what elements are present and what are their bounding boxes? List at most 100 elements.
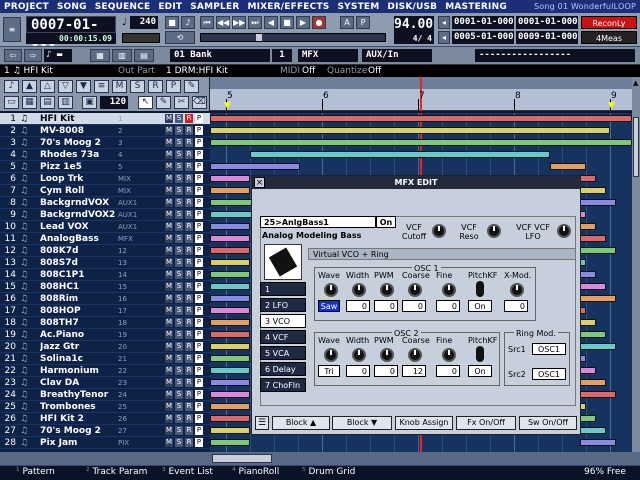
clip[interactable] bbox=[580, 247, 616, 254]
record-button[interactable]: R bbox=[185, 246, 193, 255]
block-down-button[interactable]: Block ▼ bbox=[332, 416, 392, 430]
position-counter[interactable]: 0007-01-000 bbox=[26, 16, 116, 50]
menu-sampler[interactable]: SAMPLER bbox=[186, 2, 243, 12]
src2-selector[interactable]: OSC1 bbox=[532, 368, 566, 380]
menu-mastering[interactable]: MASTERING bbox=[441, 2, 511, 12]
clip[interactable] bbox=[210, 283, 250, 290]
mute-button[interactable]: M bbox=[165, 126, 173, 135]
play-button[interactable]: P bbox=[195, 426, 203, 435]
mute-button[interactable]: M bbox=[165, 294, 173, 303]
play-icon[interactable]: P bbox=[166, 80, 181, 93]
clip[interactable] bbox=[210, 319, 250, 326]
track-name[interactable]: AnalogBass bbox=[40, 233, 118, 245]
osc1-param-value[interactable]: 0 bbox=[346, 300, 370, 312]
solo-button[interactable]: S bbox=[175, 222, 183, 231]
record-button[interactable]: R bbox=[185, 330, 193, 339]
osc2-param-knob[interactable] bbox=[380, 348, 394, 362]
clip[interactable] bbox=[210, 163, 300, 170]
loop-button[interactable]: ⟲ bbox=[165, 31, 195, 44]
mute-button[interactable]: M bbox=[165, 366, 173, 375]
solo-button[interactable]: S bbox=[175, 306, 183, 315]
track-row[interactable]: 23 ♫ Clav DA 23 M S R P bbox=[0, 377, 210, 389]
menu-mixer-effects[interactable]: MIXER/EFFECTS bbox=[243, 2, 333, 12]
record-button[interactable]: R bbox=[185, 318, 193, 327]
record-icon[interactable]: R bbox=[148, 80, 163, 93]
track-row[interactable]: 25 ♫ Trombones 25 M S R P bbox=[0, 401, 210, 413]
keyboard-button[interactable]: ▥ bbox=[112, 49, 132, 62]
patch-selector[interactable]: 25>AnlgBass1 bbox=[260, 216, 376, 228]
osc2-param-value[interactable]: On bbox=[468, 365, 492, 377]
track-row[interactable]: 13 ♫ 808S7d 13 M S R P bbox=[0, 257, 210, 269]
mute-button[interactable]: M bbox=[165, 222, 173, 231]
osc1-pitchkf-switch[interactable] bbox=[476, 281, 484, 297]
vertical-scrollbar[interactable]: ▲ bbox=[632, 77, 640, 452]
locator-bot-a[interactable]: 0005-01-000 bbox=[452, 31, 514, 44]
pencil-tool-icon[interactable]: ✎ bbox=[156, 96, 171, 109]
track-name[interactable]: Jazz Gtr bbox=[40, 341, 118, 353]
track-name[interactable]: 808K7d bbox=[40, 245, 118, 257]
clip[interactable] bbox=[210, 307, 250, 314]
track-name[interactable]: BackgrndVOX bbox=[40, 197, 118, 209]
locator-marker-icon[interactable]: ▼ bbox=[224, 101, 231, 111]
metronome-button[interactable]: ♪ bbox=[181, 16, 195, 29]
play-button[interactable]: P bbox=[195, 114, 203, 123]
track-name[interactable]: 70's Moog 2 bbox=[40, 137, 118, 149]
song-position-slider[interactable] bbox=[200, 33, 386, 42]
record-button[interactable]: R bbox=[185, 234, 193, 243]
track-name[interactable]: Trombones bbox=[40, 401, 118, 413]
clip[interactable] bbox=[210, 367, 250, 374]
tab-event-list[interactable]: ³ Event List bbox=[162, 467, 213, 477]
mute-button[interactable]: M bbox=[165, 162, 173, 171]
clip[interactable] bbox=[210, 391, 250, 398]
record-button[interactable]: ● bbox=[312, 16, 326, 29]
osc2-param-value[interactable]: 12 bbox=[402, 365, 426, 377]
solo-icon[interactable]: S bbox=[130, 80, 145, 93]
play-button[interactable]: P bbox=[195, 402, 203, 411]
record-button[interactable]: R bbox=[185, 114, 193, 123]
osc1-param-value[interactable]: 0 bbox=[374, 300, 398, 312]
solo-button[interactable]: S bbox=[175, 150, 183, 159]
track-row[interactable]: 28 ♫ Pix Jam PIX M S R P bbox=[0, 437, 210, 449]
aux-indicator[interactable]: AUX/In bbox=[362, 49, 432, 62]
record-button[interactable]: R bbox=[185, 282, 193, 291]
track-name[interactable]: HFI Kit 2 bbox=[40, 413, 118, 425]
note-tool-icon[interactable]: ♪ bbox=[4, 80, 19, 93]
play-button[interactable]: P bbox=[195, 126, 203, 135]
osc2-pitchkf-switch[interactable] bbox=[476, 346, 484, 362]
rewind-top-button[interactable]: ⏮ bbox=[200, 16, 214, 29]
track-name[interactable]: BackgrndVOX2 bbox=[40, 209, 118, 221]
osc1-param-value[interactable]: 0 bbox=[504, 300, 528, 312]
track-name[interactable]: Solina1c bbox=[40, 353, 118, 365]
side-tab[interactable]: 2 LFO bbox=[260, 298, 306, 312]
zoom-display[interactable]: 120 bbox=[100, 96, 128, 109]
locator-top-a[interactable]: 0001-01-000 bbox=[452, 16, 514, 29]
osc1-param-knob[interactable] bbox=[408, 283, 422, 297]
side-tab[interactable]: 3 VCO bbox=[260, 314, 306, 328]
osc1-param-knob[interactable] bbox=[510, 283, 524, 297]
zoom-icon[interactable]: ▣ bbox=[82, 96, 97, 109]
track-name[interactable]: 808TH7 bbox=[40, 317, 118, 329]
tab-track-param[interactable]: ² Track Param bbox=[86, 467, 147, 477]
solo-button[interactable]: S bbox=[175, 318, 183, 327]
track-row[interactable]: 19 ♫ Ac.Piano 19 M S R P bbox=[0, 329, 210, 341]
track-row[interactable]: 5 ♫ Pizz 1e5 5 M S R P bbox=[0, 161, 210, 173]
track-row[interactable]: 11 ♫ AnalogBass MFX M S R P bbox=[0, 233, 210, 245]
bank-prev-button[interactable]: ⇦ bbox=[4, 49, 22, 62]
play-button[interactable]: P bbox=[195, 354, 203, 363]
mute-button[interactable]: M bbox=[165, 138, 173, 147]
track-name[interactable]: Rhodes 73a bbox=[40, 149, 118, 161]
timeline-ruler[interactable]: 5 6 7 8 9 ▼ ▼ bbox=[210, 77, 632, 111]
record-button[interactable]: R bbox=[185, 198, 193, 207]
mute-button[interactable]: M bbox=[165, 270, 173, 279]
osc2-param-knob[interactable] bbox=[352, 348, 366, 362]
osc1-param-knob[interactable] bbox=[380, 283, 394, 297]
track-row[interactable]: 15 ♫ 808HC1 15 M S R P bbox=[0, 281, 210, 293]
play-button[interactable]: P bbox=[195, 222, 203, 231]
clip[interactable] bbox=[550, 163, 586, 170]
osc2-param-knob[interactable] bbox=[442, 348, 456, 362]
mute-button[interactable]: M bbox=[165, 390, 173, 399]
auto-punch-button[interactable]: A bbox=[340, 16, 354, 29]
track-name[interactable]: 808C1P1 bbox=[40, 269, 118, 281]
record-button[interactable]: R bbox=[185, 186, 193, 195]
track-row[interactable]: 6 ♫ Loop Trk MIX M S R P bbox=[0, 173, 210, 185]
